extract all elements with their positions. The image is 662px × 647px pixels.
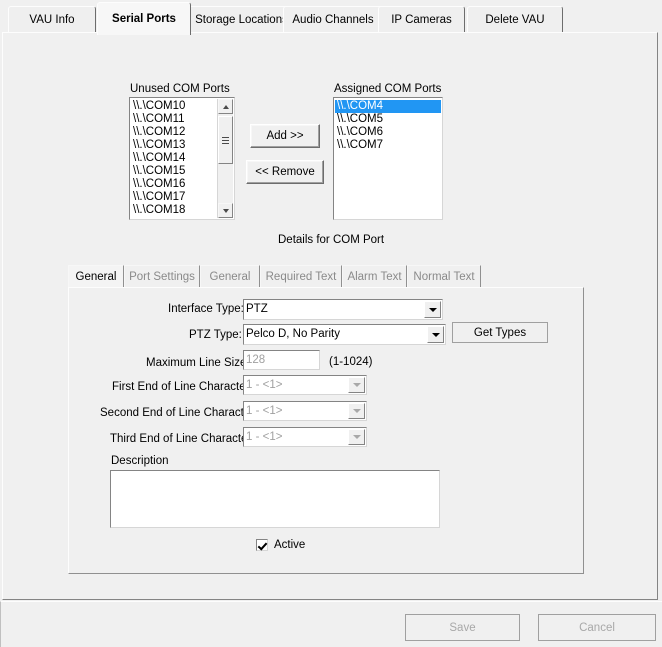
active-label: Active (274, 539, 306, 551)
tab-audio-channels[interactable]: Audio Channels (283, 6, 383, 33)
save-button[interactable]: Save (405, 614, 520, 641)
save-button-label: Save (449, 621, 476, 634)
description-value (111, 471, 439, 475)
get-types-button[interactable]: Get Types (452, 322, 548, 343)
list-item[interactable]: \\.\COM14 (131, 152, 217, 165)
interface-type-value: PTZ (246, 303, 268, 315)
unused-com-ports-list[interactable]: \\.\COM10 \\.\COM11 \\.\COM12 \\.\COM13 \\.\… (129, 97, 235, 220)
max-line-size-range: (1-1024) (329, 356, 373, 368)
third-eol-combo[interactable]: 1 - <1> (243, 427, 367, 447)
details-heading: Details for COM Port (278, 234, 385, 246)
tab-label: Storage Locations (195, 14, 288, 26)
second-eol-value: 1 - <1> (246, 405, 283, 417)
remove-button-label: << Remove (255, 166, 315, 178)
unused-com-ports-label: Unused COM Ports (130, 83, 230, 95)
list-item[interactable]: \\.\COM7 (335, 139, 441, 152)
second-eol-combo[interactable]: 1 - <1> (243, 401, 367, 421)
get-types-label: Get Types (473, 326, 527, 339)
details-tab-general-1[interactable]: General (68, 265, 124, 287)
add-button[interactable]: Add >> (250, 124, 320, 148)
first-eol-value: 1 - <1> (246, 379, 283, 391)
max-line-size-value: 128 (246, 354, 266, 366)
chevron-down-icon[interactable] (348, 403, 365, 419)
tab-ip-cameras[interactable]: IP Cameras (378, 6, 465, 33)
main-tab-strip: VAU Info Serial Ports Storage Locations … (0, 0, 662, 35)
chevron-down-icon[interactable] (348, 377, 365, 393)
interface-type-combo[interactable]: PTZ (243, 299, 443, 320)
ptz-type-label: PTZ Type: (189, 329, 242, 341)
description-textarea[interactable] (110, 470, 440, 528)
unused-list-scrollbar[interactable] (217, 99, 233, 218)
list-item[interactable]: \\.\COM6 (335, 126, 441, 139)
tab-label: Alarm Text (347, 270, 402, 283)
list-item[interactable]: \\.\COM13 (131, 139, 217, 152)
list-item[interactable]: \\.\COM11 (131, 113, 217, 126)
list-item[interactable]: \\.\COM10 (131, 100, 217, 113)
details-tab-alarm-text[interactable]: Alarm Text (342, 265, 407, 287)
assigned-com-ports-list[interactable]: \\.\COM4 \\.\COM5 \\.\COM6 \\.\COM7 (333, 97, 443, 220)
ptz-type-combo[interactable]: Pelco D, No Parity (243, 324, 446, 345)
first-eol-combo[interactable]: 1 - <1> (243, 375, 367, 395)
tab-label: General (75, 270, 117, 283)
tab-label: General (209, 270, 251, 283)
tab-label: Delete VAU (485, 14, 545, 26)
scroll-down-icon[interactable] (218, 203, 233, 218)
tab-label: Port Settings (129, 270, 195, 283)
list-item[interactable]: \\.\COM16 (131, 178, 217, 191)
active-checkbox-row[interactable]: Active (256, 539, 305, 551)
details-tab-required-text[interactable]: Required Text (260, 265, 342, 287)
scrollbar-thumb[interactable] (218, 116, 233, 164)
max-line-size-label: Maximum Line Size (146, 357, 247, 369)
chevron-down-icon[interactable] (424, 301, 441, 318)
third-eol-label: Third End of Line Character: (110, 433, 255, 445)
remove-button[interactable]: << Remove (246, 160, 324, 184)
tab-label: Serial Ports (112, 13, 176, 25)
max-line-size-input[interactable]: 128 (243, 350, 320, 370)
details-tab-general-2[interactable]: General (200, 265, 260, 287)
checkbox-icon[interactable] (256, 539, 268, 551)
details-tab-port-settings[interactable]: Port Settings (124, 265, 200, 287)
tab-vau-info[interactable]: VAU Info (8, 6, 96, 33)
add-button-label: Add >> (266, 130, 304, 142)
grip-icon (222, 135, 229, 146)
first-eol-label: First End of Line Character: (112, 381, 253, 393)
tab-label: VAU Info (29, 14, 75, 26)
tab-label: IP Cameras (391, 14, 452, 26)
list-item[interactable]: \\.\COM15 (131, 165, 217, 178)
tab-serial-ports[interactable]: Serial Ports (97, 2, 191, 35)
tab-label: Required Text (265, 270, 337, 283)
description-label: Description (111, 455, 169, 467)
chevron-down-icon[interactable] (348, 429, 365, 445)
list-item[interactable]: \\.\COM4 (335, 100, 441, 113)
cancel-button[interactable]: Cancel (538, 614, 656, 641)
cancel-button-label: Cancel (579, 621, 615, 634)
list-item[interactable]: \\.\COM17 (131, 191, 217, 204)
tab-label: Normal Text (413, 270, 475, 283)
scroll-up-icon[interactable] (218, 99, 233, 114)
list-item[interactable]: \\.\COM5 (335, 113, 441, 126)
tab-delete-vau[interactable]: Delete VAU (467, 6, 563, 33)
second-eol-label: Second End of Line Character: (100, 407, 258, 419)
list-item[interactable]: \\.\COM12 (131, 126, 217, 139)
tab-label: Audio Channels (292, 14, 374, 26)
ptz-type-value: Pelco D, No Parity (246, 328, 340, 340)
chevron-down-icon[interactable] (427, 326, 444, 343)
interface-type-label: Interface Type: (168, 303, 244, 315)
list-item[interactable]: \\.\COM18 (131, 204, 217, 217)
details-tab-normal-text[interactable]: Normal Text (407, 265, 481, 287)
assigned-com-ports-label: Assigned COM Ports (334, 83, 442, 95)
third-eol-value: 1 - <1> (246, 431, 283, 443)
tab-storage-locations[interactable]: Storage Locations (188, 6, 295, 33)
